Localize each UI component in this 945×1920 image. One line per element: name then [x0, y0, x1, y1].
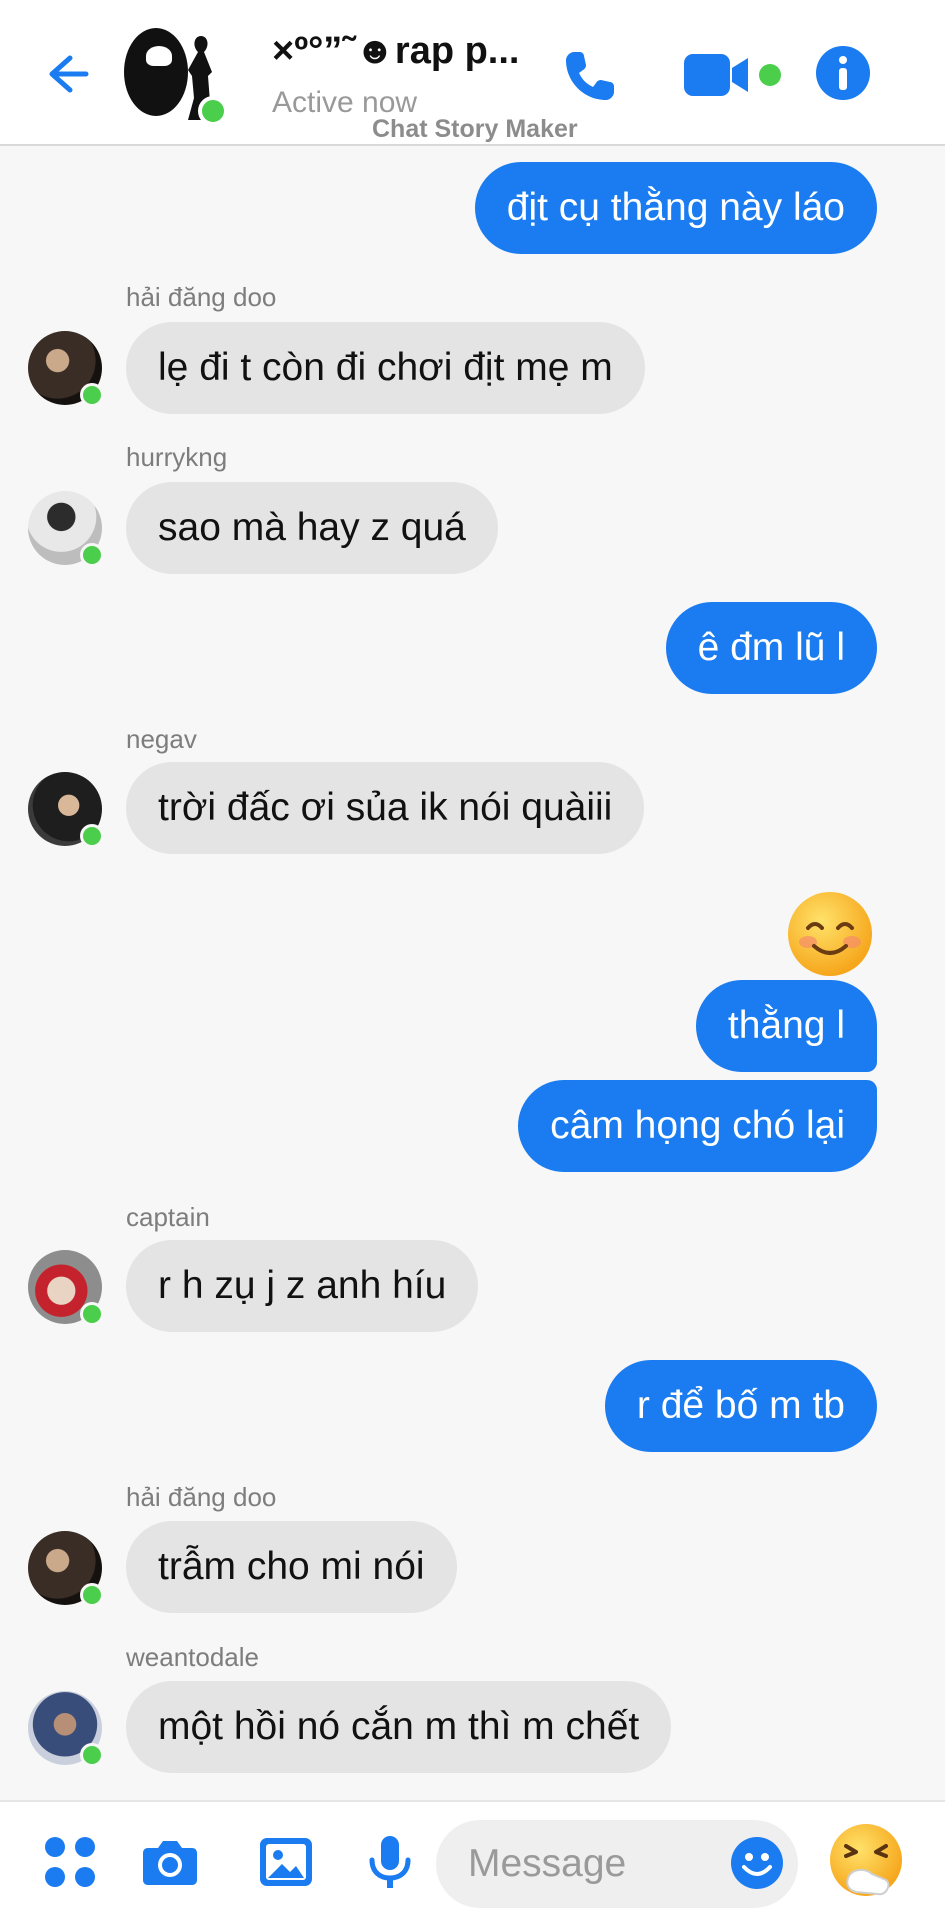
online-dot — [80, 383, 104, 407]
message-bubble-outgoing[interactable]: r để bố m tb — [604, 1360, 877, 1452]
emoji-icon[interactable] — [730, 1836, 784, 1890]
sender-avatar[interactable] — [28, 1531, 104, 1607]
chat-title[interactable]: ×º°”˜☻rap p... — [272, 30, 519, 73]
sender-avatar[interactable] — [28, 1250, 104, 1326]
sender-name: hải đăng doo — [126, 282, 277, 312]
watermark: Chat Story Maker — [372, 115, 578, 143]
online-dot — [80, 543, 104, 567]
microphone-icon[interactable] — [362, 1834, 418, 1890]
sender-name: captain — [126, 1202, 210, 1232]
composer-bar — [0, 1800, 945, 1920]
message-bubble-outgoing[interactable]: địt cụ thằng này láo — [474, 162, 877, 254]
message-bubble-outgoing[interactable]: câm họng chó lại — [518, 1080, 877, 1172]
online-indicator — [198, 96, 228, 126]
phone-icon[interactable] — [560, 46, 620, 106]
message-bubble-incoming[interactable]: sao mà hay z quá — [126, 482, 498, 574]
message-bubble-incoming[interactable]: trẫm cho mi nói — [126, 1521, 457, 1613]
sender-avatar[interactable] — [28, 772, 104, 848]
message-bubble-incoming[interactable]: r h zụ j z anh híu — [126, 1240, 479, 1332]
online-dot — [80, 1743, 104, 1767]
smiling-face-emoji[interactable] — [786, 890, 874, 978]
group-avatar[interactable] — [124, 24, 228, 126]
message-bubble-outgoing[interactable]: thằng l — [695, 980, 877, 1072]
sender-avatar[interactable] — [28, 1691, 104, 1767]
sender-name: weantodale — [126, 1642, 259, 1672]
message-bubble-incoming[interactable]: một hồi nó cắn m thì m chết — [126, 1681, 672, 1773]
apps-grid-icon[interactable] — [42, 1834, 98, 1890]
sender-name: negav — [126, 724, 197, 754]
video-camera-icon[interactable] — [682, 50, 752, 100]
sender-avatar[interactable] — [28, 491, 104, 567]
message-bubble-outgoing[interactable]: ê đm lũ l — [665, 602, 877, 694]
online-dot — [80, 1583, 104, 1607]
camera-icon[interactable] — [142, 1834, 198, 1890]
online-dot — [80, 1302, 104, 1326]
image-icon[interactable] — [258, 1834, 314, 1890]
video-online-dot — [759, 64, 781, 86]
online-dot — [80, 824, 104, 848]
message-bubble-incoming[interactable]: trời đấc ơi sủa ik nói quàiii — [126, 762, 645, 854]
chat-header: ×º°”˜☻rap p... Active now Chat Story Mak… — [0, 0, 945, 146]
sneezing-face-icon[interactable] — [826, 1822, 906, 1902]
group-avatar-silhouette-1 — [124, 28, 188, 116]
info-icon[interactable] — [814, 44, 872, 102]
sender-name: hải đăng doo — [126, 1482, 277, 1512]
sender-name: hurrykng — [126, 442, 228, 472]
back-arrow-icon[interactable] — [40, 48, 92, 100]
sender-avatar[interactable] — [28, 331, 104, 407]
message-bubble-incoming[interactable]: lẹ đi t còn đi chơi địt mẹ m — [126, 322, 645, 414]
